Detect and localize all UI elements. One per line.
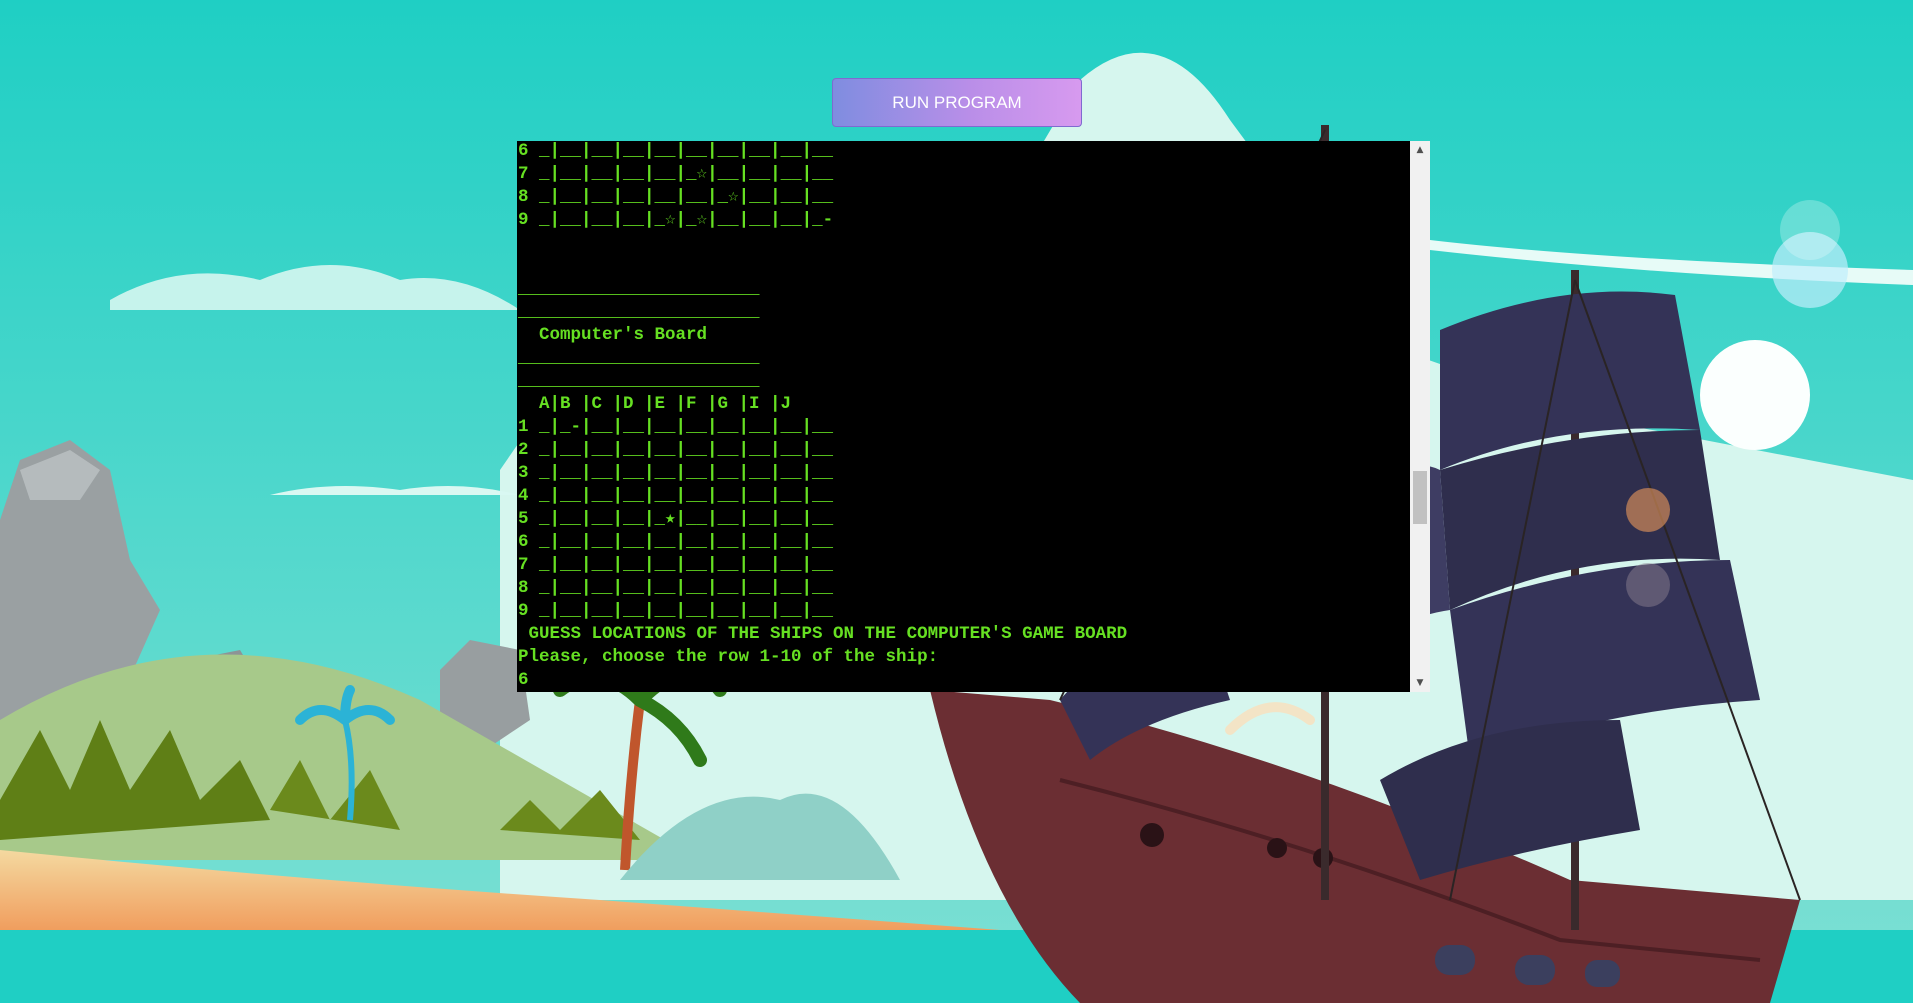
terminal-window[interactable]: 6 _|__|__|__|__|__|__|__|__|__ 7 _|__|__|…: [517, 141, 1430, 692]
terminal-line: _______________________: [518, 371, 760, 391]
scroll-thumb[interactable]: [1413, 471, 1427, 524]
terminal-line: 5 _|__|__|__|_★|__|__|__|__|__: [518, 509, 834, 529]
terminal-line: 6 _|__|__|__|__|__|__|__|__|__: [518, 532, 834, 552]
terminal-output: 6 _|__|__|__|__|__|__|__|__|__ 7 _|__|__|…: [517, 141, 1410, 692]
terminal-line: Please, choose the row 1-10 of the ship:: [518, 647, 939, 667]
terminal-line: 9 _|__|__|__|__|__|__|__|__|__: [518, 601, 834, 621]
terminal-line: A|B |C |D |E |F |G |I |J: [518, 394, 792, 414]
terminal-line: 6: [518, 670, 529, 690]
terminal-lines: 6 _|__|__|__|__|__|__|__|__|__ 7 _|__|__|…: [517, 141, 1127, 692]
terminal-line: GUESS LOCATIONS OF THE SHIPS ON THE COMP…: [518, 624, 1128, 644]
terminal-line: Computer's Board: [518, 325, 708, 345]
terminal-line: 2 _|__|__|__|__|__|__|__|__|__: [518, 440, 834, 460]
terminal-line: _______________________: [518, 279, 760, 299]
terminal-line: _______________________: [518, 302, 760, 322]
terminal-line: 8 _|__|__|__|__|__|__|__|__|__: [518, 578, 834, 598]
scroll-up-icon[interactable]: ▲: [1410, 141, 1430, 159]
run-program-button[interactable]: RUN PROGRAM: [832, 78, 1082, 127]
terminal-line: 9 _|__|__|__|_☆|_☆|__|__|__|_-: [518, 210, 834, 230]
terminal-scrollbar[interactable]: ▲ ▼: [1410, 141, 1430, 692]
terminal-line: 7 _|__|__|__|__|__|__|__|__|__: [518, 555, 834, 575]
terminal-line: 1 _|_-|__|__|__|__|__|__|__|__: [518, 417, 834, 437]
terminal-line: 7 _|__|__|__|__|_☆|__|__|__|__: [518, 164, 834, 184]
terminal-line: _______________________: [518, 348, 760, 368]
scroll-down-icon[interactable]: ▼: [1410, 674, 1430, 692]
terminal-line: 6 _|__|__|__|__|__|__|__|__|__: [518, 141, 834, 161]
terminal-line: 8 _|__|__|__|__|__|_☆|__|__|__: [518, 187, 834, 207]
terminal-line: 3 _|__|__|__|__|__|__|__|__|__: [518, 463, 834, 483]
terminal-line: 4 _|__|__|__|__|__|__|__|__|__: [518, 486, 834, 506]
